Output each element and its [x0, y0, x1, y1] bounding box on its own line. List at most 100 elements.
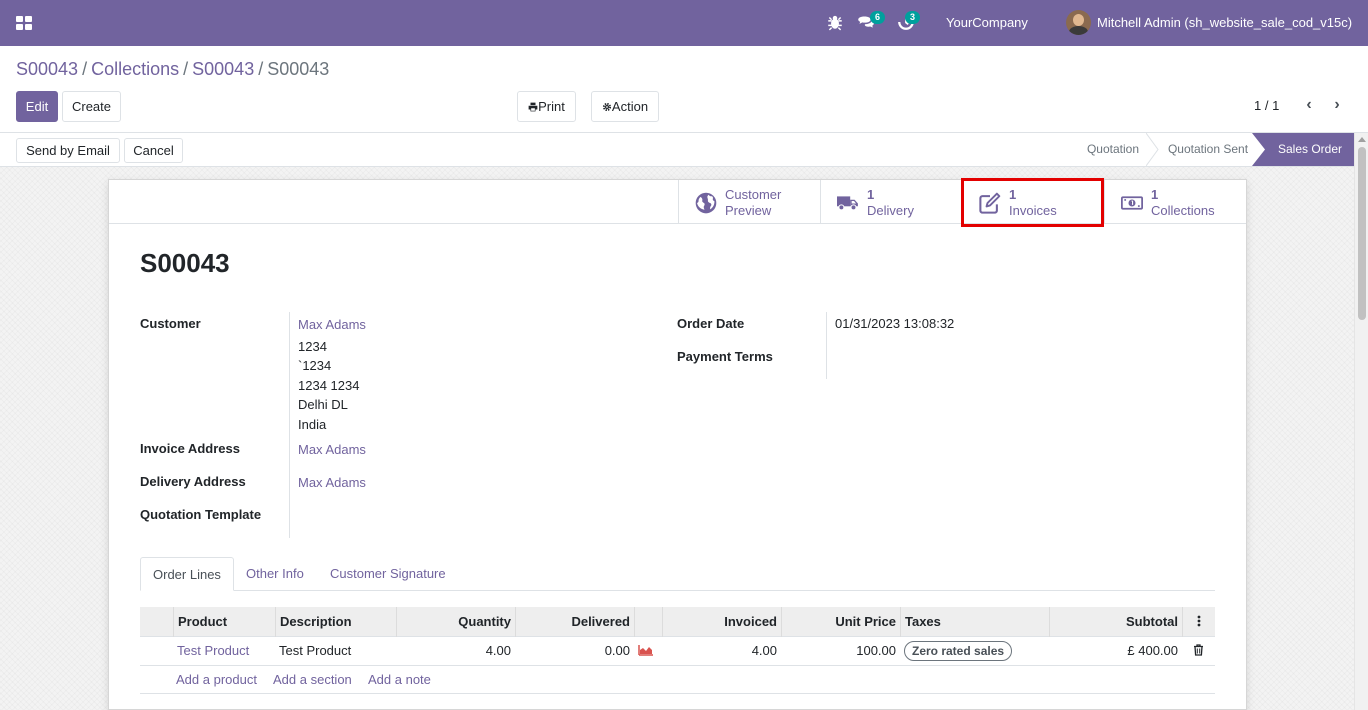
cell-taxes[interactable]: Zero rated sales	[900, 637, 1049, 666]
send-by-email-button[interactable]: Send by Email	[16, 138, 120, 163]
customer-label: Customer	[140, 316, 201, 331]
add-product-link[interactable]: Add a product	[176, 672, 257, 687]
create-button[interactable]: Create	[62, 91, 121, 122]
cell-invoiced: 4.00	[751, 643, 777, 658]
column-header-invoiced[interactable]: Invoiced	[662, 607, 781, 637]
collections-label: Collections	[1151, 203, 1215, 218]
delivery-smart-button[interactable]: 1 Delivery	[820, 180, 962, 224]
address-line-1: 1234	[298, 339, 327, 354]
column-header-unit-price[interactable]: Unit Price	[781, 607, 900, 637]
cell-description[interactable]: Test Product	[275, 637, 396, 666]
company-switcher[interactable]: YourCompany	[946, 15, 1028, 30]
breadcrumb-item-1[interactable]: S00043	[16, 59, 78, 79]
pencil-square-icon	[979, 192, 1001, 214]
tab-order-lines[interactable]: Order Lines	[140, 557, 234, 591]
breadcrumb-item-3[interactable]: S00043	[192, 59, 254, 79]
bug-icon[interactable]	[826, 13, 844, 31]
delivery-count: 1	[867, 187, 875, 202]
cell-quantity[interactable]: 4.00	[396, 637, 515, 666]
add-line-row: Add a product Add a section Add a note	[140, 666, 1215, 694]
cancel-button[interactable]: Cancel	[124, 138, 183, 163]
status-bar: Send by Email Cancel Quotation Quotation…	[0, 132, 1368, 167]
stage-separator	[1146, 133, 1159, 166]
action-label: Action	[611, 99, 649, 114]
pager-value[interactable]: 1 / 1	[1254, 98, 1279, 113]
invoices-count: 1	[1009, 187, 1017, 202]
tab-customer-signature[interactable]: Customer Signature	[318, 557, 458, 591]
cell-unit-price[interactable]: 100.00	[781, 637, 900, 666]
print-icon	[528, 102, 538, 112]
quotation-template-label: Quotation Template	[140, 507, 262, 522]
table-row[interactable]: Test Product Test Product 4.00 0.00 4.00…	[140, 637, 1215, 666]
invoice-address-field[interactable]: Max Adams	[298, 442, 366, 457]
address-line-3: 1234 1234	[298, 378, 360, 393]
field-divider	[289, 312, 290, 538]
scrollbar-thumb[interactable]	[1358, 147, 1366, 320]
column-header-taxes[interactable]: Taxes	[900, 607, 1049, 637]
breadcrumb-separator: /	[183, 59, 189, 79]
cell-delivered: 0.00	[604, 643, 630, 658]
collections-smart-button[interactable]: 1 Collections	[1104, 180, 1246, 224]
invoices-smart-button[interactable]: 1 Invoices	[962, 180, 1104, 224]
breadcrumb-current: S00043	[267, 59, 330, 79]
form-sheet: Customer Preview 1 Delivery 1 Invoices 1…	[108, 179, 1247, 710]
delivery-label: Delivery	[867, 203, 914, 218]
customer-preview-label-line1: Customer	[725, 187, 782, 202]
invoice-address-label: Invoice Address	[140, 441, 240, 456]
pager-next-icon[interactable]: ›	[1328, 96, 1346, 116]
invoices-label: Invoices	[1009, 203, 1057, 218]
top-navbar: 6 3 YourCompany Mitchell Admin (sh_websi…	[0, 0, 1368, 46]
customer-preview-button[interactable]: Customer Preview	[678, 180, 820, 224]
scroll-up-icon[interactable]	[1358, 137, 1366, 142]
address-line-5: India	[298, 417, 327, 432]
column-header-subtotal[interactable]: Subtotal	[1049, 607, 1182, 637]
cell-product[interactable]: Test Product	[173, 637, 275, 666]
payment-terms-label: Payment Terms	[677, 349, 773, 364]
stage-quotation-sent[interactable]: Quotation Sent	[1160, 133, 1256, 166]
globe-icon	[695, 192, 717, 214]
breadcrumb-separator: /	[258, 59, 264, 79]
column-header-product[interactable]: Product	[173, 607, 275, 637]
gear-icon	[602, 102, 611, 112]
print-label: Print	[538, 99, 565, 114]
delivery-address-field[interactable]: Max Adams	[298, 475, 366, 490]
smart-button-box: Customer Preview 1 Delivery 1 Invoices 1…	[109, 180, 1246, 224]
record-title: S00043	[140, 248, 230, 278]
field-divider	[826, 312, 827, 379]
customer-preview-label-line2: Preview	[725, 203, 772, 218]
customer-field[interactable]: Max Adams	[298, 317, 366, 332]
tab-other-info[interactable]: Other Info	[234, 557, 316, 591]
column-header-description[interactable]: Description	[275, 607, 396, 637]
avatar[interactable]	[1066, 10, 1091, 35]
table-header: Product Description Quantity Delivered I…	[140, 607, 1215, 637]
truck-icon	[837, 196, 858, 211]
messages-badge: 6	[870, 11, 885, 24]
column-header-quantity[interactable]: Quantity	[396, 607, 515, 637]
notebook-tabs: Order Lines Other Info Customer Signatur…	[140, 557, 1215, 591]
forecast-chart-icon[interactable]	[634, 637, 662, 666]
activities-badge: 3	[905, 11, 920, 24]
pager-previous-icon[interactable]: ‹	[1300, 96, 1318, 116]
add-section-link[interactable]: Add a section	[273, 672, 352, 687]
column-header-forecast	[634, 607, 662, 637]
optional-columns-icon[interactable]	[1182, 607, 1215, 637]
breadcrumb-item-2[interactable]: Collections	[91, 59, 179, 79]
trash-icon[interactable]	[1182, 637, 1215, 666]
breadcrumb: S00043/Collections / S00043/S00043	[16, 59, 329, 80]
apps-grid-icon[interactable]	[16, 16, 32, 30]
stage-sales-order[interactable]: Sales Order	[1266, 133, 1354, 166]
delivery-address-label: Delivery Address	[140, 474, 246, 489]
collections-count: 1	[1151, 187, 1159, 202]
tax-badge: Zero rated sales	[904, 641, 1013, 661]
order-date-field[interactable]: 01/31/2023 13:08:32	[835, 316, 954, 331]
action-button[interactable]: Action	[591, 91, 659, 122]
cell-subtotal: £ 400.00	[1127, 643, 1178, 658]
print-button[interactable]: Print	[517, 91, 576, 122]
add-note-link[interactable]: Add a note	[368, 672, 431, 687]
stage-quotation[interactable]: Quotation	[1076, 133, 1150, 166]
scrollbar[interactable]	[1354, 133, 1368, 710]
user-menu[interactable]: Mitchell Admin (sh_website_sale_cod_v15c…	[1097, 15, 1352, 30]
order-date-label: Order Date	[677, 316, 745, 331]
column-header-delivered[interactable]: Delivered	[515, 607, 634, 637]
edit-button[interactable]: Edit	[16, 91, 58, 122]
